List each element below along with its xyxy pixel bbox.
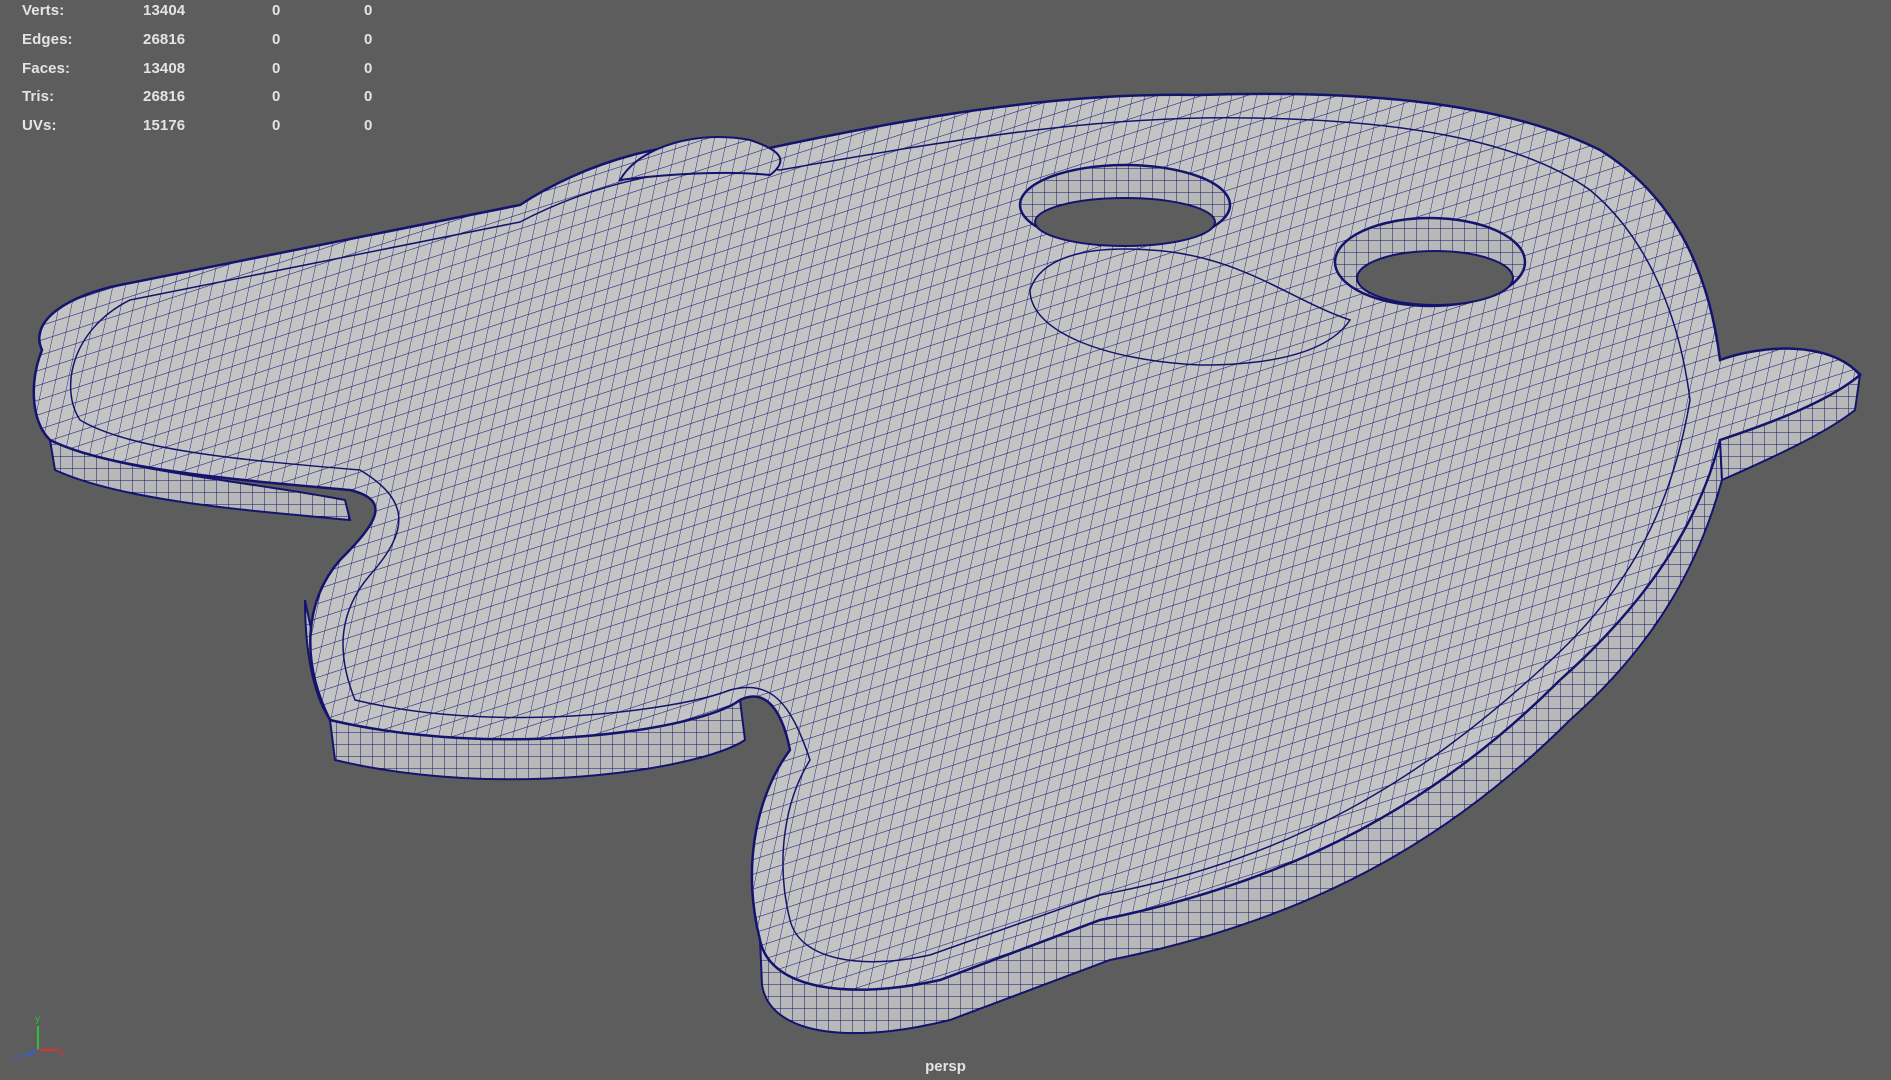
- hud-value: 13408: [143, 60, 186, 77]
- hud-value: 0: [272, 31, 281, 48]
- palette-top-surface: [32, 92, 1862, 991]
- thumb-hole-1: [1018, 163, 1232, 247]
- axis-gizmo: y x z: [14, 1014, 64, 1062]
- thumb-hole-2: [1333, 216, 1527, 308]
- hud-value: 26816: [143, 31, 186, 48]
- hud-value: 0: [272, 60, 281, 77]
- hud-row-verts: Verts: 13404 0 0: [0, 2, 420, 22]
- 3d-viewport[interactable]: Verts: 13404 0 0 Edges: 26816 0 0 Faces:…: [0, 0, 1891, 1080]
- hud-label: UVs:: [22, 117, 57, 134]
- hud-value: 26816: [143, 88, 186, 105]
- axis-y-label: y: [35, 1014, 40, 1025]
- hud-label: Tris:: [22, 88, 55, 105]
- camera-name-label: persp: [925, 1058, 966, 1075]
- hud-value: 0: [272, 2, 281, 19]
- hud-label: Edges:: [22, 31, 73, 48]
- hud-value: 0: [272, 117, 281, 134]
- hud-row-edges: Edges: 26816 0 0: [0, 31, 420, 51]
- hud-value: 0: [272, 88, 281, 105]
- axis-x-label: x: [59, 1047, 64, 1058]
- hud-value: 0: [364, 2, 373, 19]
- hud-label: Verts:: [22, 2, 65, 19]
- hud-value: 0: [364, 88, 373, 105]
- hud-value: 13404: [143, 2, 186, 19]
- hud-value: 0: [364, 60, 373, 77]
- hud-value: 0: [364, 117, 373, 134]
- handle-bump: [618, 136, 782, 182]
- hud-value: 0: [364, 31, 373, 48]
- palette-mesh[interactable]: [0, 0, 1891, 1080]
- hud-row-tris: Tris: 26816 0 0: [0, 88, 420, 108]
- hud-row-faces: Faces: 13408 0 0: [0, 60, 420, 80]
- hud-value: 15176: [143, 117, 186, 134]
- hud-label: Faces:: [22, 60, 71, 77]
- hud-row-uvs: UVs: 15176 0 0: [0, 117, 420, 137]
